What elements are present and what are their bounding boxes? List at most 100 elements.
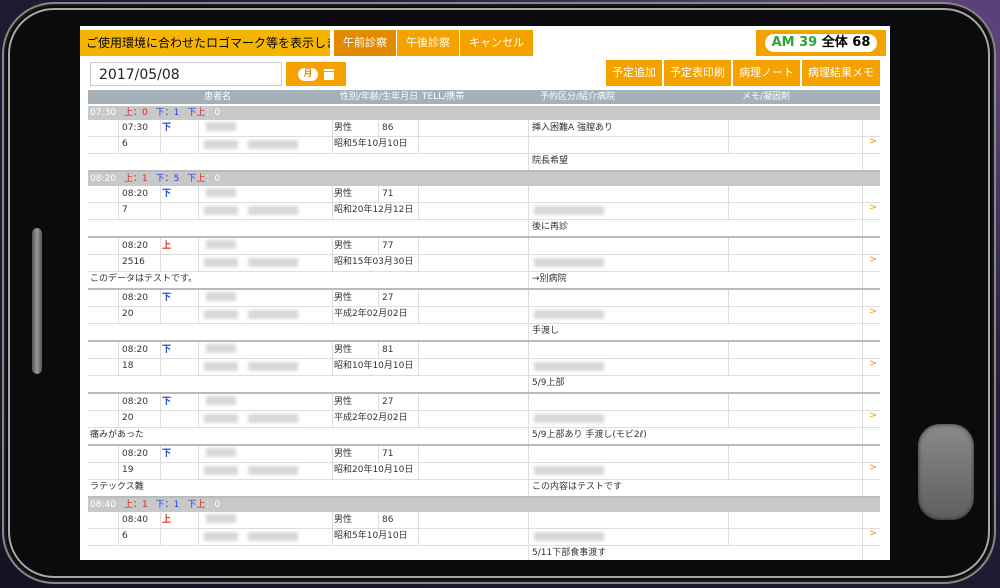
exam-side-badge: 下 xyxy=(162,397,172,407)
redacted-hospital xyxy=(534,466,604,475)
patient-birthdate: 昭和10年10月10日 xyxy=(334,361,414,371)
row-divider xyxy=(88,410,880,411)
col-divider xyxy=(160,446,161,479)
redacted-hospital xyxy=(534,206,604,215)
col-divider xyxy=(378,238,379,254)
row-detail-arrow[interactable]: > xyxy=(866,410,880,421)
exam-side-badge: 下 xyxy=(162,123,172,133)
slot-time: 08:20 xyxy=(90,174,116,184)
side-button[interactable] xyxy=(32,228,42,374)
row-divider xyxy=(88,153,880,154)
row-detail-arrow[interactable]: > xyxy=(866,202,880,213)
appointment-time: 08:20 xyxy=(122,345,148,355)
patient-id: 7 xyxy=(122,205,128,215)
redacted-name xyxy=(206,514,236,523)
patient-id: 2516 xyxy=(122,257,145,267)
redacted-hospital xyxy=(534,258,604,267)
table-header: 患者名 性別/年齢/生年月日 TELL/携帯 予約区分/紹介病院 メモ/凝固剤 xyxy=(88,90,880,104)
row-divider xyxy=(88,427,880,428)
patient-birthdate: 昭和15年03月30日 xyxy=(334,257,414,267)
patient-age: 86 xyxy=(382,515,394,525)
exam-side-badge: 下 xyxy=(162,293,172,303)
appointment-memo: 5/9上部 xyxy=(532,378,565,388)
col-divider xyxy=(528,394,529,444)
tab-morning[interactable]: 午前診察 xyxy=(334,30,396,56)
appointment-row[interactable]: 08:20 下 20 男性 27 平成2年02月02日 痛みがあった 5/9上部あり 手渡し(… xyxy=(88,394,880,446)
row-detail-arrow[interactable]: > xyxy=(866,528,880,539)
appointment-memo: 5/11下部食事渡す xyxy=(532,548,607,558)
exam-side-badge: 下 xyxy=(162,345,172,355)
time-slot-header: 08:20 上：1 下：5 下上：0 xyxy=(88,172,880,186)
col-divider xyxy=(378,342,379,358)
patient-note: 痛みがあった xyxy=(90,430,145,440)
appointment-row[interactable]: 08:20 下 20 男性 27 平成2年02月02日 手渡し > xyxy=(88,290,880,342)
redacted-name xyxy=(204,414,238,423)
col-divider xyxy=(528,120,529,170)
slot-time: 08:40 xyxy=(90,500,116,510)
count-badge: AM 39 全体 68 xyxy=(756,30,886,56)
slot-up-count: 上：1 xyxy=(123,500,148,510)
col-divider xyxy=(378,186,379,202)
row-detail-arrow[interactable]: > xyxy=(866,306,880,317)
col-divider xyxy=(332,186,333,219)
pathology-memo-button[interactable]: 病理結果メモ xyxy=(802,60,880,86)
col-divider xyxy=(198,290,199,323)
appointment-row[interactable]: 08:40 上 6 男性 86 昭和5年10月10日 5/11下部食事渡す > xyxy=(88,512,880,560)
patient-age: 27 xyxy=(382,293,394,303)
patient-sex: 男性 xyxy=(334,189,353,199)
appointment-memo: 院長希望 xyxy=(532,156,569,166)
col-divider xyxy=(528,238,529,288)
appointment-row[interactable]: 08:20 下 18 男性 81 昭和10年10月10日 5/9上部 > xyxy=(88,342,880,394)
col-divider xyxy=(378,394,379,410)
tab-cancel[interactable]: キャンセル xyxy=(460,30,533,56)
col-divider xyxy=(160,186,161,219)
col-divider xyxy=(160,290,161,323)
redacted-name xyxy=(206,396,236,405)
add-schedule-button[interactable]: 予定追加 xyxy=(606,60,662,86)
patient-age: 86 xyxy=(382,123,394,133)
print-schedule-button[interactable]: 予定表印刷 xyxy=(664,60,731,86)
col-divider xyxy=(418,446,419,479)
appointment-row[interactable]: 08:20 下 7 男性 71 昭和20年12月12日 後に再診 > xyxy=(88,186,880,238)
col-divider xyxy=(862,238,863,288)
redacted-name xyxy=(206,448,236,457)
row-divider xyxy=(88,202,880,203)
tab-afternoon[interactable]: 午後診察 xyxy=(397,30,459,56)
patient-age: 27 xyxy=(382,397,394,407)
row-detail-arrow[interactable]: > xyxy=(866,254,880,265)
slot-both-count: ：0 xyxy=(205,500,221,510)
col-divider xyxy=(198,186,199,219)
row-detail-arrow[interactable]: > xyxy=(866,358,880,369)
redacted-hospital xyxy=(534,362,604,371)
slot-up-count: 上：1 xyxy=(123,174,148,184)
date-field[interactable]: 2017/05/08 xyxy=(90,62,282,86)
action-buttons: 予定追加 予定表印刷 病理ノート 病理結果メモ xyxy=(604,60,880,86)
redacted-name xyxy=(248,466,298,475)
home-button[interactable] xyxy=(918,424,974,520)
col-divider xyxy=(332,342,333,375)
patient-birthdate: 平成2年02月02日 xyxy=(334,309,408,319)
appointment-row[interactable]: 07:30 下 6 男性 86 昭和5年10月10日 挿入困難A 強膣あり 院長希望 > xyxy=(88,120,880,172)
session-tabs: 午前診察 午後診察 キャンセル xyxy=(334,30,534,56)
row-divider xyxy=(88,306,880,307)
appointment-memo: 後に再診 xyxy=(532,222,569,232)
slot-down-count: 下：5 xyxy=(155,174,180,184)
col-divider xyxy=(528,290,529,340)
appointment-row[interactable]: 08:20 下 19 男性 71 昭和20年10月10日 ラテックス難 この内容はテストです > xyxy=(88,446,880,498)
col-divider xyxy=(418,120,419,153)
row-detail-arrow[interactable]: > xyxy=(866,462,880,473)
patient-age: 71 xyxy=(382,189,394,199)
row-detail-arrow[interactable]: > xyxy=(866,136,880,147)
col-divider xyxy=(728,120,729,153)
patient-note: このデータはテストです。 xyxy=(90,274,198,284)
exam-side-badge: 下 xyxy=(162,189,172,199)
appointment-row[interactable]: 08:20 上 2516 男性 77 昭和15年03月30日 このデータはテストです。 →別病… xyxy=(88,238,880,290)
col-divider xyxy=(862,446,863,496)
col-divider xyxy=(862,186,863,236)
slot-both-count: ：0 xyxy=(205,174,221,184)
logo-notice: ご使用環境に合わせたロゴマーク等を表示します。 xyxy=(80,30,330,56)
appointment-time: 08:40 xyxy=(122,515,148,525)
calendar-button[interactable]: 月 xyxy=(286,62,346,86)
col-divider xyxy=(118,394,119,427)
pathology-note-button[interactable]: 病理ノート xyxy=(733,60,800,86)
